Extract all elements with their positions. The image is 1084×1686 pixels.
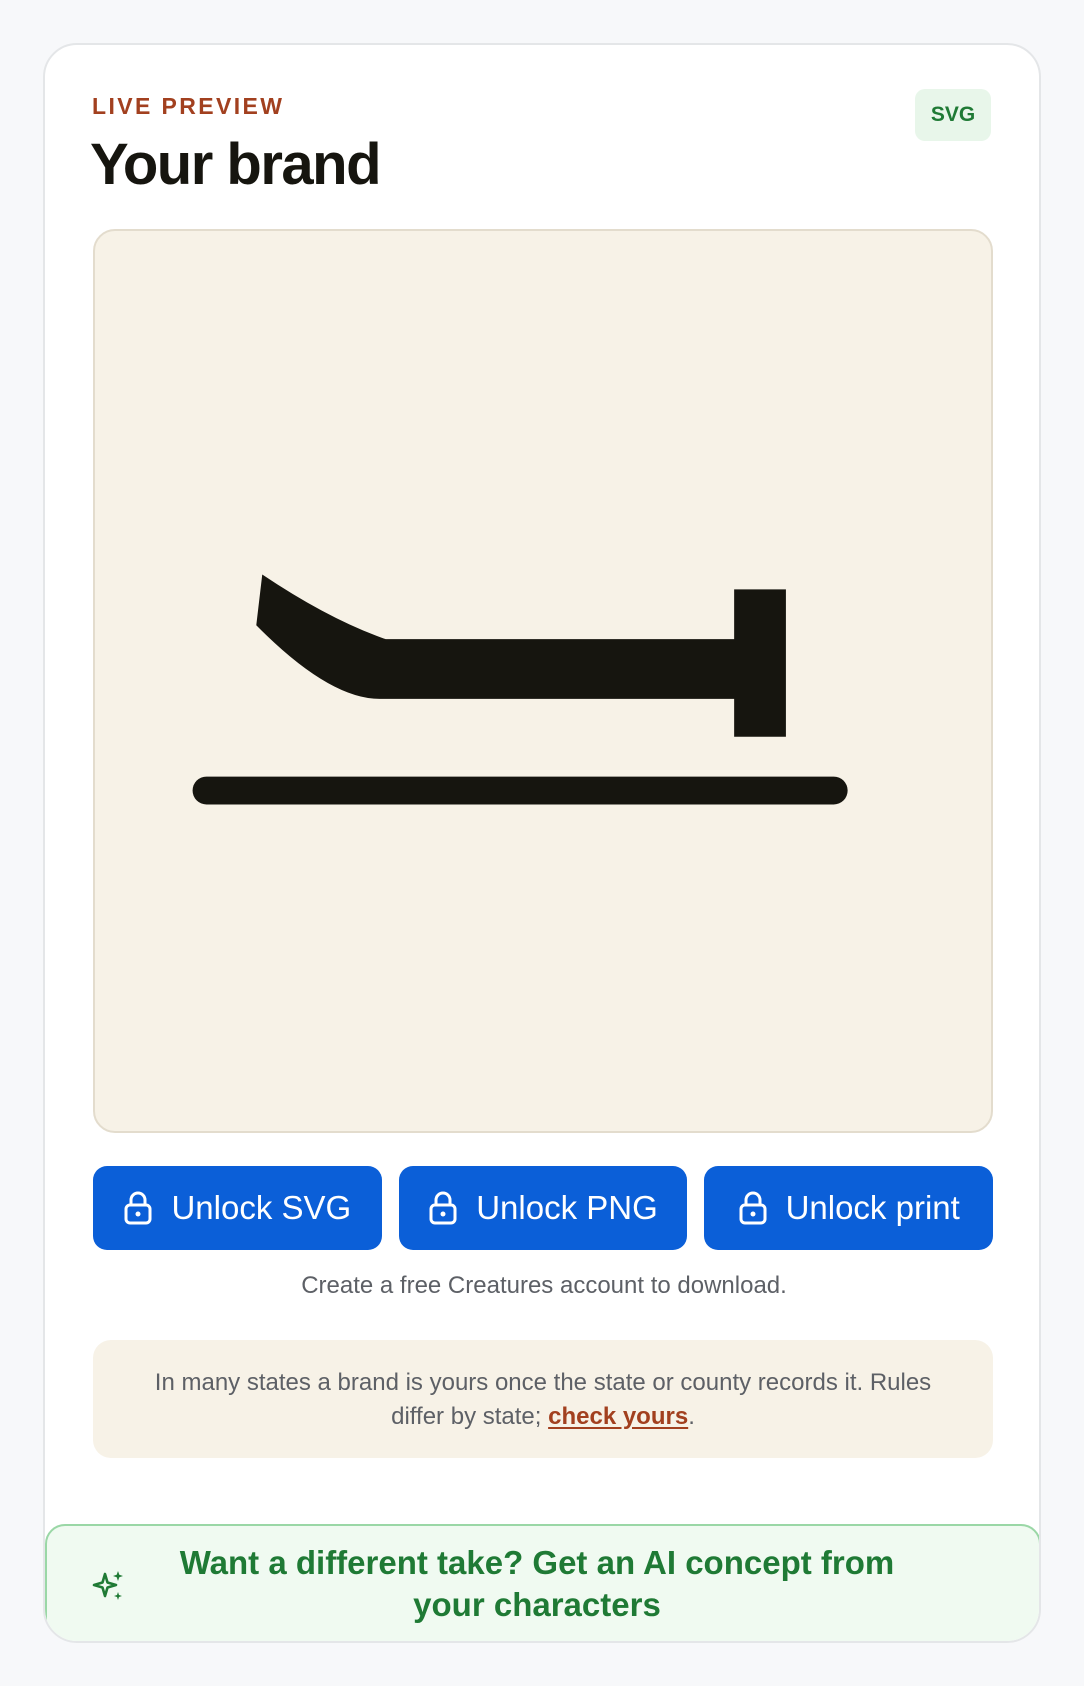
brand-preview-canvas (93, 229, 993, 1133)
brand-preview-card: LIVE PREVIEW Your brand SVG Unlock SVG U… (43, 43, 1041, 1643)
lock-icon (738, 1190, 768, 1226)
brand-mark-hook (256, 574, 786, 737)
unlock-actions: Unlock SVG Unlock PNG Unlock print (93, 1166, 994, 1250)
live-preview-eyebrow: LIVE PREVIEW (92, 93, 285, 119)
lock-icon (123, 1190, 153, 1226)
brand-mark-bar (192, 776, 848, 805)
unlock-svg-label: Unlock SVG (171, 1189, 352, 1226)
page-title: Your brand (90, 132, 382, 197)
ai-concept-label: Want a different take? Get an AI concept… (179, 1544, 895, 1623)
unlock-svg-button[interactable]: Unlock SVG (93, 1166, 382, 1250)
info-text: In many states a brand is yours once the… (154, 1369, 932, 1430)
download-note: Create a free Creatures account to downl… (301, 1272, 787, 1299)
ai-concept-cta[interactable]: Want a different take? Get an AI concept… (45, 1524, 1039, 1641)
unlock-png-button[interactable]: Unlock PNG (398, 1166, 688, 1250)
brand-mark (192, 574, 848, 805)
check-yours-link[interactable]: check yours (548, 1403, 688, 1430)
lock-icon (428, 1190, 458, 1226)
registration-info: In many states a brand is yours once the… (93, 1340, 993, 1458)
unlock-print-label: Unlock print (785, 1189, 960, 1226)
sparkle-icon (91, 1568, 127, 1604)
unlock-png-label: Unlock PNG (476, 1189, 658, 1226)
unlock-print-button[interactable]: Unlock print (704, 1166, 994, 1250)
info-text-end: . (688, 1403, 695, 1430)
format-badge: SVG (915, 89, 991, 141)
